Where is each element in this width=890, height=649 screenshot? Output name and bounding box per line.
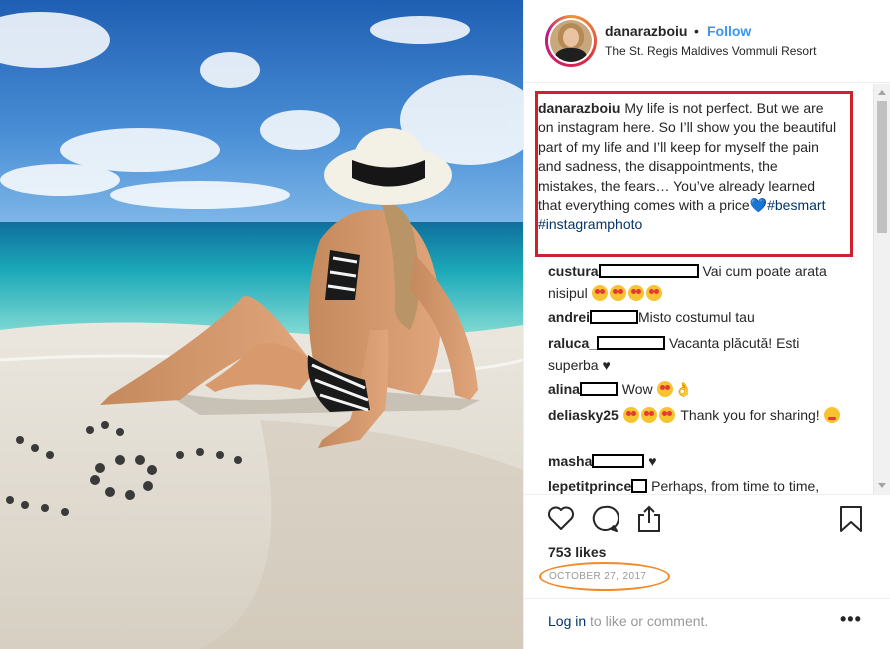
kiss-emoji-icon: [823, 407, 840, 423]
bookmark-icon[interactable]: [838, 505, 864, 538]
comment-username[interactable]: andrei: [548, 309, 590, 325]
caption: danarazboiu My life is not perfect. But …: [538, 99, 838, 235]
post-photo[interactable]: [0, 0, 523, 649]
comment-row: andrei Misto costumul tau: [548, 306, 848, 328]
comment-row: alina Wow 👌: [548, 378, 848, 400]
comment-username[interactable]: deliasky25: [548, 407, 619, 423]
redaction-box: [598, 264, 699, 278]
login-prompt-text: to like or comment.: [586, 613, 709, 629]
scroll-up-arrow-icon[interactable]: [878, 90, 886, 95]
comment-username[interactable]: custura: [548, 263, 599, 279]
comment-username[interactable]: alina: [548, 381, 580, 397]
comment-username[interactable]: lepetitprince: [548, 478, 631, 494]
post-details-panel: danarazboiu • Follow The St. Regis Maldi…: [523, 0, 890, 649]
comment-icon[interactable]: [591, 505, 620, 538]
follow-button[interactable]: Follow: [707, 23, 751, 39]
heart-eyes-emoji-icon: [645, 285, 662, 301]
likes-count[interactable]: 753 likes: [548, 544, 606, 560]
heart-icon[interactable]: [547, 505, 575, 536]
divider: [524, 598, 890, 599]
hashtag-besmart[interactable]: #besmart: [767, 197, 825, 213]
ok-hand-icon: 👌: [674, 381, 692, 397]
comment-text: Perhaps, from time to time,: [651, 478, 820, 494]
post-header: danarazboiu • Follow The St. Regis Maldi…: [524, 0, 890, 83]
heart-eyes-emoji-icon: [640, 407, 657, 423]
scroll-down-arrow-icon[interactable]: [878, 483, 886, 488]
heart-eyes-emoji-icon: [656, 381, 673, 397]
comment-row: lepetitprince Perhaps, from time to time…: [548, 475, 848, 494]
post-date[interactable]: OCTOBER 27, 2017: [549, 571, 646, 582]
comment-text: Wow: [621, 381, 653, 397]
black-heart-icon: ♥: [602, 357, 611, 373]
heart-eyes-emoji-icon: [609, 285, 626, 301]
more-options-icon[interactable]: •••: [840, 609, 862, 630]
heart-eyes-emoji-icon: [622, 407, 639, 423]
blue-heart-icon: 💙: [749, 197, 768, 214]
header-username[interactable]: danarazboiu: [605, 23, 687, 39]
post-actions: 753 likes OCTOBER 27, 2017 Log in to lik…: [524, 494, 890, 649]
comment-text: ♥: [648, 453, 657, 469]
comment-row: deliasky25 Thank you for sharing!: [548, 404, 848, 426]
comment-row: masha ♥: [548, 450, 848, 472]
redaction-box: [592, 454, 645, 468]
comment-text: Misto costumul tau: [638, 309, 755, 325]
comment-row: raluca_ Vacanta plăcută! Esti superba ♥: [548, 332, 848, 376]
redaction-box: [631, 479, 648, 493]
scrollbar-thumb[interactable]: [877, 101, 887, 233]
redaction-box: [597, 336, 666, 350]
comment-text: Thank you for sharing!: [680, 407, 820, 423]
comments-scrollbar[interactable]: [873, 84, 890, 494]
hashtag-instagramphoto[interactable]: #instagramphoto: [538, 216, 642, 232]
avatar-story-ring[interactable]: [545, 15, 597, 67]
header-separator: •: [694, 23, 699, 39]
redaction-box: [590, 310, 639, 324]
comment-row: custura Vai cum poate arata nisipul: [548, 260, 848, 304]
heart-eyes-emoji-icon: [658, 407, 675, 423]
comment-username[interactable]: raluca_: [548, 335, 597, 351]
comments-list[interactable]: danarazboiu My life is not perfect. But …: [524, 84, 874, 494]
heart-eyes-emoji-icon: [591, 285, 608, 301]
login-link[interactable]: Log in: [548, 613, 586, 629]
avatar[interactable]: [550, 20, 592, 62]
login-prompt: Log in to like or comment.: [548, 613, 708, 629]
heart-eyes-emoji-icon: [627, 285, 644, 301]
comment-username[interactable]: masha: [548, 453, 592, 469]
location-link[interactable]: The St. Regis Maldives Vommuli Resort: [605, 44, 816, 58]
redaction-box: [579, 382, 618, 396]
share-icon[interactable]: [636, 505, 662, 538]
caption-username[interactable]: danarazboiu: [538, 100, 620, 116]
